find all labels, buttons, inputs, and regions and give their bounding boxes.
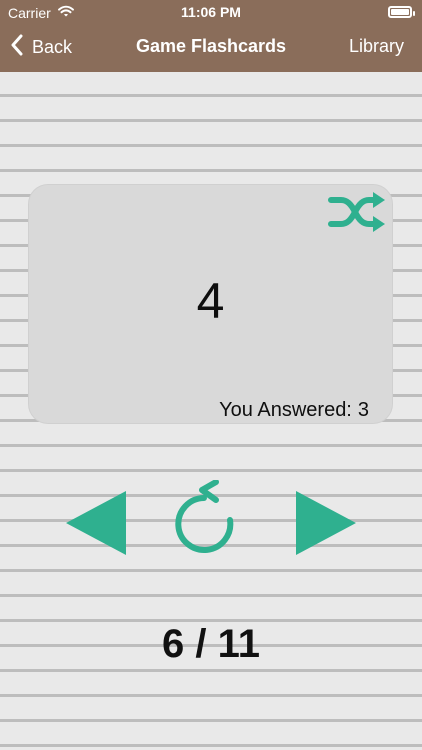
next-button[interactable] [290, 487, 362, 559]
answered-value: 3 [357, 399, 369, 421]
answered-text: You Answered: 3 [219, 399, 369, 422]
refresh-button[interactable] [172, 479, 250, 566]
battery-icon [388, 6, 415, 18]
card-value: 4 [196, 273, 225, 329]
status-bar: Carrier 11:06 PM [0, 0, 422, 24]
previous-button[interactable] [60, 487, 132, 559]
card-controls [0, 478, 422, 568]
progress-total: 11 [217, 622, 260, 666]
status-time: 11:06 PM [181, 4, 241, 20]
flashcard[interactable]: 4 You Answered: 3 [28, 184, 393, 424]
triangle-right-icon [290, 491, 362, 563]
answered-label: You Answered: [219, 399, 352, 421]
nav-bar: Back Game Flashcards Library [0, 24, 422, 72]
progress-current: 6 [162, 622, 185, 666]
navigation-header: Carrier 11:06 PM Back Game Flashcards Li… [0, 0, 422, 72]
shuffle-button[interactable] [327, 190, 387, 234]
triangle-left-icon [60, 491, 132, 563]
library-button[interactable]: Library [349, 36, 404, 57]
refresh-icon [172, 479, 250, 570]
progress-separator: / [195, 622, 218, 666]
shuffle-icon [327, 192, 387, 238]
card-progress: 6 / 11 [0, 622, 422, 667]
